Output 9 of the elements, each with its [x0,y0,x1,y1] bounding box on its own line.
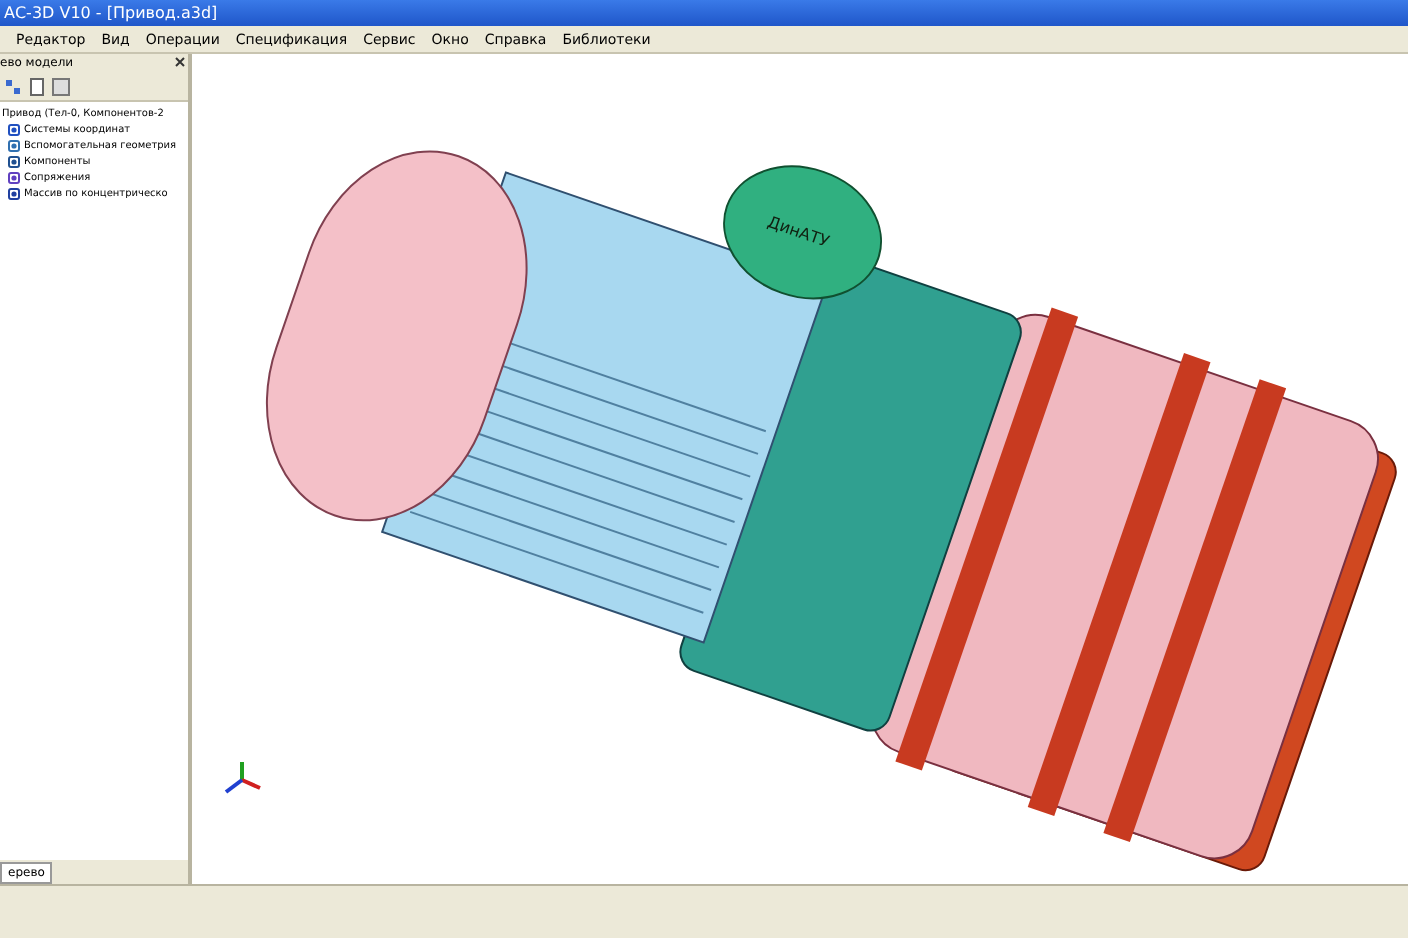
axes-icon [8,124,20,136]
window-title: АС-3D V10 - [Привод.a3d] [0,0,1408,26]
close-icon[interactable] [172,54,188,70]
tree-node-icon [8,172,20,184]
document-icon[interactable] [30,78,44,96]
tree-node-icon [8,188,20,200]
tree-node-icon [8,140,20,152]
tree-node-icon [8,156,20,168]
tree-icon[interactable] [4,78,22,96]
